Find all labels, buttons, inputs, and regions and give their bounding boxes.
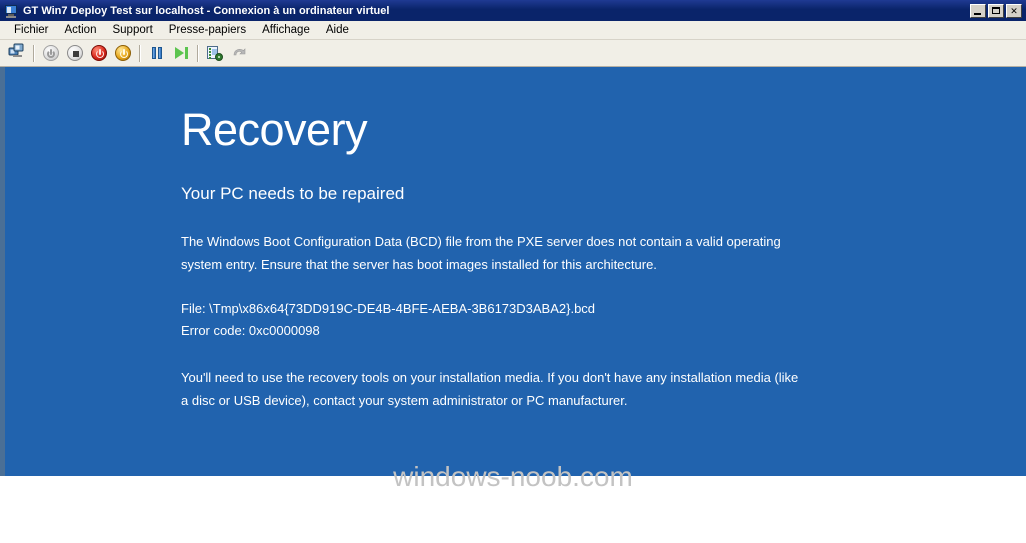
window-title-bar[interactable]: GT Win7 Deploy Test sur localhost - Conn… bbox=[0, 0, 1026, 21]
toolbar bbox=[0, 40, 1026, 67]
close-icon: ✕ bbox=[1010, 5, 1018, 16]
snapshot-button[interactable] bbox=[203, 42, 227, 65]
recovery-footer-text: You'll need to use the recovery tools on… bbox=[181, 370, 799, 408]
close-button[interactable]: ✕ bbox=[1006, 3, 1022, 18]
virtual-machine-screen[interactable]: Recovery Your PC needs to be repaired Th… bbox=[0, 67, 1026, 481]
ctrl-alt-del-icon bbox=[8, 42, 26, 64]
recovery-error-code: Error code: 0xc0000098 bbox=[181, 323, 320, 338]
watermark: windows-noob.com bbox=[393, 461, 633, 492]
shut-down-icon bbox=[67, 45, 83, 61]
toolbar-separator bbox=[197, 44, 199, 62]
shut-down-button[interactable] bbox=[63, 42, 87, 65]
snapshot-icon bbox=[207, 45, 223, 61]
menu-item-aide[interactable]: Aide bbox=[318, 22, 357, 38]
reset-button[interactable] bbox=[111, 42, 135, 65]
resume-icon bbox=[174, 46, 189, 60]
recovery-file-path: File: \Tmp\x86x64{73DD919C-DE4B-4BFE-AEB… bbox=[181, 301, 596, 316]
recovery-screen: Recovery Your PC needs to be repaired Th… bbox=[5, 67, 1026, 476]
turn-off-button[interactable] bbox=[87, 42, 111, 65]
pause-icon bbox=[150, 46, 164, 60]
menu-item-fichier[interactable]: Fichier bbox=[6, 22, 57, 38]
turn-off-icon bbox=[91, 45, 107, 61]
revert-icon bbox=[231, 46, 247, 60]
virtual-machine-icon bbox=[3, 3, 19, 19]
menu-item-affichage[interactable]: Affichage bbox=[254, 22, 318, 38]
menu-item-presse-papiers[interactable]: Presse-papiers bbox=[161, 22, 254, 38]
resume-button[interactable] bbox=[169, 42, 193, 65]
menu-bar: Fichier Action Support Presse-papiers Af… bbox=[0, 21, 1026, 40]
maximize-button[interactable] bbox=[988, 3, 1004, 18]
window-title: GT Win7 Deploy Test sur localhost - Conn… bbox=[23, 4, 390, 17]
pause-button[interactable] bbox=[145, 42, 169, 65]
menu-item-action[interactable]: Action bbox=[57, 22, 105, 38]
minimize-button[interactable] bbox=[970, 3, 986, 18]
reset-icon bbox=[115, 45, 131, 61]
power-on-button[interactable] bbox=[39, 42, 63, 65]
toolbar-separator bbox=[139, 44, 141, 62]
power-on-icon bbox=[43, 45, 59, 61]
menu-item-support[interactable]: Support bbox=[104, 22, 160, 38]
window-controls: ✕ bbox=[970, 3, 1024, 18]
toolbar-separator bbox=[33, 44, 35, 62]
ctrl-alt-del-button[interactable] bbox=[5, 42, 29, 65]
recovery-body-text: The Windows Boot Configuration Data (BCD… bbox=[181, 234, 781, 272]
recovery-title: Recovery bbox=[181, 104, 368, 155]
revert-button[interactable] bbox=[227, 42, 251, 65]
recovery-subtitle: Your PC needs to be repaired bbox=[181, 184, 405, 203]
